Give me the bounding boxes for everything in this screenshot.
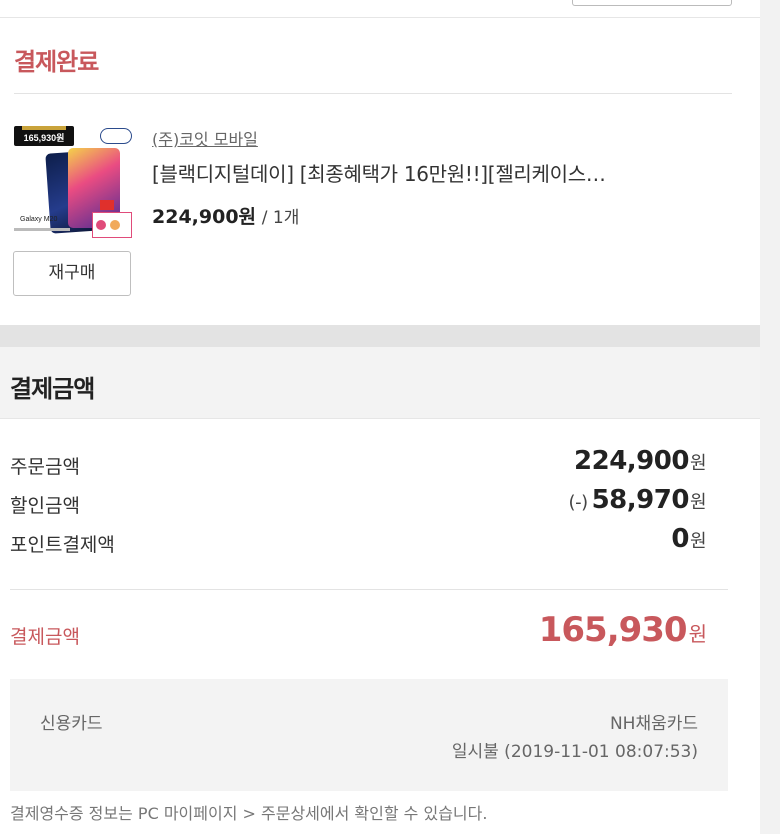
top-strip — [0, 0, 760, 18]
divider — [14, 93, 732, 94]
seller-link[interactable]: (주)코잇 모바일 — [152, 126, 258, 150]
product-name[interactable]: [블랙디지털데이] [최종혜택가 16만원!!][젤리케이스… — [152, 158, 727, 187]
model-label: Galaxy M20 — [20, 216, 58, 223]
order-status-title: 결제완료 — [14, 48, 99, 76]
product-thumbnail[interactable]: 165,930원 Galaxy M20 — [12, 124, 132, 244]
point-amount-value: 0원 — [671, 524, 706, 554]
price-line: 224,900원 / 1개 — [152, 202, 299, 229]
discount-amount-value: (-) 58,970원 — [568, 485, 707, 515]
order-amount-value: 224,900원 — [574, 446, 706, 476]
rebuy-button[interactable]: 재구매 — [13, 251, 131, 296]
promo-tag — [100, 200, 114, 210]
payment-method-box: 신용카드 NH채움카드 일시불 (2019-11-01 08:07:53) — [10, 679, 728, 791]
divider — [10, 589, 728, 590]
payment-section: 결제금액 주문금액 224,900원 할인금액 (-) 58,970원 포인트결제… — [0, 347, 760, 834]
order-card: 결제완료 165,930원 Galaxy M20 (주)코잇 모바일 [블랙디지… — [0, 0, 760, 325]
price-badge-text: 165,930원 — [23, 133, 65, 143]
section-gap — [0, 325, 760, 347]
card-name: NH채움카드 — [609, 714, 698, 734]
payment-method-type: 신용카드 — [40, 714, 103, 734]
payment-title: 결제금액 — [10, 375, 95, 403]
discount-amount-label: 할인금액 — [10, 495, 80, 517]
product-price: 224,900원 — [152, 206, 257, 228]
product-quantity: / 1개 — [261, 208, 300, 228]
total-amount-label: 결제금액 — [10, 626, 80, 648]
point-amount-label: 포인트결제액 — [10, 534, 115, 556]
total-amount-value: 165,930 원 — [538, 610, 707, 650]
installment-detail: 일시불 (2019-11-01 08:07:53) — [451, 742, 698, 762]
order-amount-label: 주문금액 — [10, 456, 80, 478]
receipt-notice: 결제영수증 정보는 PC 마이페이지 > 주문상세에서 확인할 수 있습니다. — [10, 804, 488, 823]
top-button-edge[interactable] — [572, 0, 732, 6]
payment-header: 결제금액 — [0, 347, 760, 419]
brand-logo — [100, 128, 132, 144]
price-badge: 165,930원 — [14, 126, 74, 146]
